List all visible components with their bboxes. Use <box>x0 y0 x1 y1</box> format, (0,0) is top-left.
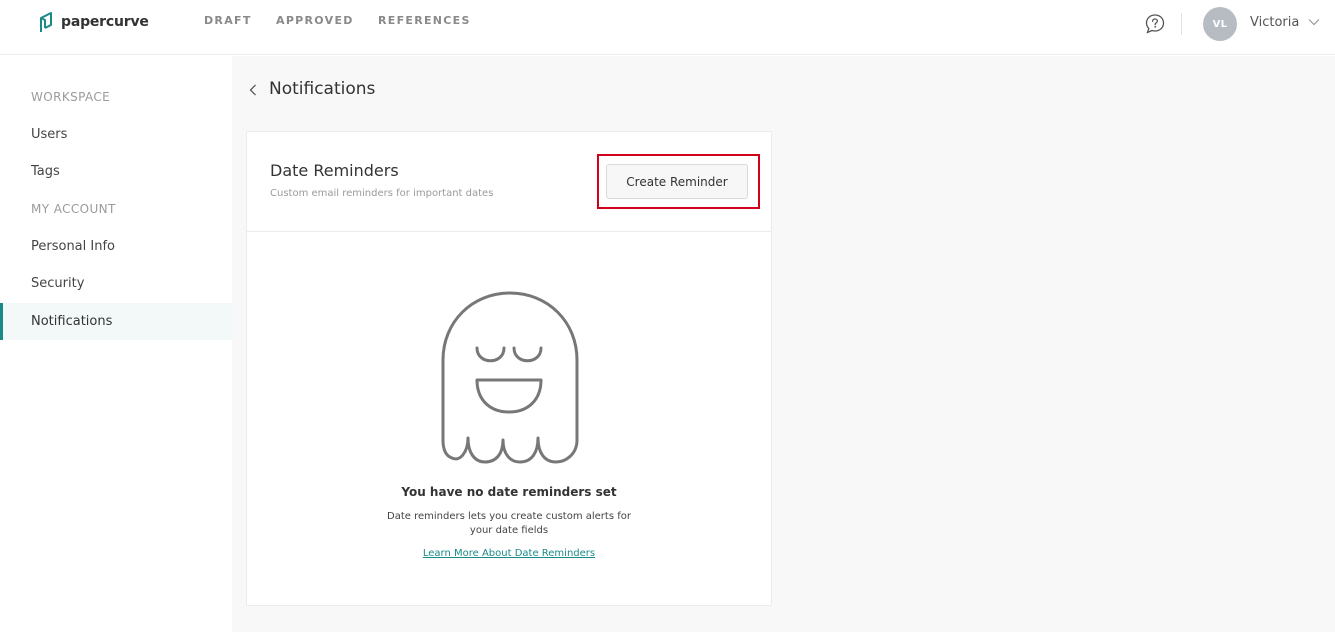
card-subtitle: Custom email reminders for important dat… <box>270 188 494 199</box>
back-chevron-icon[interactable] <box>248 84 258 96</box>
avatar[interactable]: VL <box>1203 7 1237 41</box>
help-chat-icon[interactable] <box>1144 13 1166 35</box>
empty-state-description-line-1: Date reminders lets you create custom al… <box>387 511 631 522</box>
papercurve-logo[interactable]: papercurve <box>37 10 149 34</box>
user-name[interactable]: Victoria <box>1250 15 1299 30</box>
chevron-down-icon[interactable] <box>1308 18 1320 26</box>
sidebar-item-tags[interactable]: Tags <box>0 153 232 190</box>
empty-state-title: You have no date reminders set <box>401 485 617 499</box>
sidebar: WORKSPACE Users Tags MY ACCOUNT Personal… <box>0 56 232 632</box>
empty-state-description: Date reminders lets you create custom al… <box>359 510 659 538</box>
sidebar-item-security[interactable]: Security <box>0 265 232 302</box>
create-reminder-button[interactable]: Create Reminder <box>606 164 748 199</box>
date-reminders-card: Date Reminders Custom email reminders fo… <box>246 131 772 606</box>
nav-references[interactable]: REFERENCES <box>378 14 471 27</box>
top-bar: papercurve DRAFT APPROVED REFERENCES VL … <box>0 0 1335 55</box>
sidebar-item-notifications[interactable]: Notifications <box>0 303 232 340</box>
learn-more-link[interactable]: Learn More About Date Reminders <box>247 548 771 559</box>
card-title: Date Reminders <box>270 161 399 180</box>
sidebar-item-users[interactable]: Users <box>0 116 232 153</box>
card-header: Date Reminders Custom email reminders fo… <box>247 132 771 232</box>
nav-draft[interactable]: DRAFT <box>204 14 252 27</box>
page-title: Notifications <box>269 79 376 99</box>
nav-approved[interactable]: APPROVED <box>276 14 354 27</box>
brand-name: papercurve <box>61 14 149 30</box>
empty-state-description-line-2: your date fields <box>469 525 549 536</box>
papercurve-logo-icon <box>40 12 52 32</box>
sidebar-item-personal-info[interactable]: Personal Info <box>0 228 232 265</box>
main-content: Notifications Date Reminders Custom emai… <box>232 56 1335 632</box>
top-divider <box>1181 13 1182 35</box>
sidebar-section-workspace: WORKSPACE <box>31 90 111 104</box>
ghost-illustration-icon <box>441 291 579 464</box>
sidebar-section-my-account: MY ACCOUNT <box>31 202 116 216</box>
